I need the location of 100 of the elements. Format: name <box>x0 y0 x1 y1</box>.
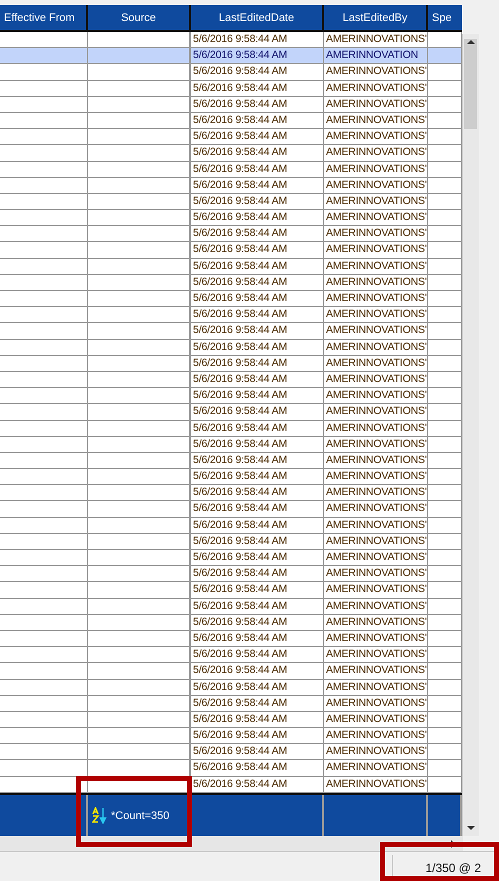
table-row[interactable]: 5/6/2016 9:58:44 AM AMERINNOVATIONS' <box>0 80 463 97</box>
table-row[interactable]: 5/6/2016 9:58:44 AM AMERINNOVATIONS' <box>0 501 463 518</box>
table-row[interactable]: 5/6/2016 9:58:44 AM AMERINNOVATIONS' <box>0 226 463 242</box>
table-cell: AMERINNOVATIONS' <box>324 356 428 372</box>
table-cell: AMERINNOVATIONS' <box>324 534 428 550</box>
table-row[interactable]: 5/6/2016 9:58:44 AM AMERINNOVATIONS' <box>0 566 463 582</box>
table-row[interactable]: 5/6/2016 9:58:44 AM AMERINNOVATIONS' <box>0 210 463 226</box>
table-row[interactable]: 5/6/2016 9:58:44 AM AMERINNOVATIONS' <box>0 96 463 113</box>
table-cell: 5/6/2016 9:58:44 AM <box>191 582 324 599</box>
table-row[interactable]: 5/6/2016 9:58:44 AM AMERINNOVATIONS' <box>0 534 463 550</box>
scroll-up-icon[interactable] <box>466 37 476 47</box>
table-row[interactable]: 5/6/2016 9:58:44 AM AMERINNOVATIONS' <box>0 291 463 308</box>
table-row[interactable]: 5/6/2016 9:58:44 AM AMERINNOVATIONS' <box>0 356 463 372</box>
table-cell: AMERINNOVATIONS' <box>324 96 428 113</box>
table-row[interactable]: 5/6/2016 9:58:44 AM AMERINNOVATIONS' <box>0 258 463 275</box>
table-row[interactable]: 5/6/2016 9:58:44 AM AMERINNOVATIONS' <box>0 696 463 712</box>
table-row[interactable]: 5/6/2016 9:58:44 AM AMERINNOVATIONS' <box>0 162 463 178</box>
table-cell: 5/6/2016 9:58:44 AM <box>191 469 324 486</box>
table-row[interactable]: 5/6/2016 9:58:44 AM AMERINNOVATIONS' <box>0 340 463 356</box>
table-row[interactable]: 5/6/2016 9:58:44 AM AMERINNOVATIONS' <box>0 64 463 81</box>
table-cell: AMERINNOVATIONS' <box>324 680 428 696</box>
table-row[interactable]: 5/6/2016 9:58:44 AM AMERINNOVATIONS' <box>0 760 463 777</box>
record-position: 1/350 @ 2 <box>392 855 499 881</box>
table-row[interactable]: 5/6/2016 9:58:44 AM AMERINNOVATIONS' <box>0 452 463 470</box>
table-row[interactable]: 5/6/2016 9:58:44 AM AMERINNOVATIONS' <box>0 550 463 566</box>
table-row[interactable]: 5/6/2016 9:58:44 AM AMERINNOVATIONS' <box>0 404 463 420</box>
table-cell: AMERINNOVATIONS' <box>324 598 428 615</box>
column-header[interactable]: LastEditedDate <box>191 5 324 32</box>
table-cell: AMERINNOVATIONS' <box>324 420 428 437</box>
table-row[interactable]: 5/6/2016 9:58:44 AM AMERINNOVATIONS' <box>0 323 463 340</box>
table-row[interactable]: 5/6/2016 9:58:44 AM AMERINNOVATIONS' <box>0 630 463 648</box>
table-cell: AMERINNOVATIONS' <box>324 307 428 324</box>
table-row[interactable]: 5/6/2016 9:58:44 AM AMERINNOVATIONS' <box>0 307 463 324</box>
table-row[interactable]: 5/6/2016 9:58:44 AM AMERINNOVATIONS' <box>0 582 463 599</box>
column-header[interactable]: Effective From <box>0 5 88 32</box>
vertical-scrollbar[interactable] <box>462 34 479 836</box>
table-row[interactable]: 5/6/2016 9:58:44 AM AMERINNOVATIONS' <box>0 485 463 502</box>
table-cell: 5/6/2016 9:58:44 AM <box>191 534 324 550</box>
table-row[interactable]: 5/6/2016 9:58:44 AM AMERINNOVATIONS' <box>0 469 463 486</box>
table-row[interactable]: 5/6/2016 9:58:44 AM AMERINNOVATIONS' <box>0 112 463 130</box>
table-row[interactable]: 5/6/2016 9:58:44 AM AMERINNOVATIONS' <box>0 194 463 210</box>
table-cell: AMERINNOVATIONS' <box>324 485 428 502</box>
table-cell: AMERINNOVATIONS' <box>324 436 428 453</box>
table-cell: AMERINNOVATIONS' <box>324 340 428 356</box>
table-cell: AMERINNOVATIONS' <box>324 728 428 744</box>
table-cell: AMERINNOVATIONS' <box>324 647 428 664</box>
table-row[interactable]: 5/6/2016 9:58:44 AM AMERINNOVATIONS' <box>0 388 463 404</box>
table-row[interactable]: 5/6/2016 9:58:44 AM AMERINNOVATIONS' <box>0 614 463 631</box>
table-row[interactable]: 5/6/2016 9:58:44 AM AMERINNOVATIONS' <box>0 518 463 534</box>
table-row[interactable]: 5/6/2016 9:58:44 AM AMERINNOVATIONS' <box>0 744 463 760</box>
table-row[interactable]: 5/6/2016 9:58:44 AM AMERINNOVATIONS' <box>0 728 463 744</box>
table-cell: 5/6/2016 9:58:44 AM <box>191 388 324 404</box>
table-row[interactable]: 5/6/2016 9:58:44 AM AMERINNOVATIONS' <box>0 129 463 146</box>
table-cell: AMERINNOVATIONS' <box>324 760 428 777</box>
table-row[interactable]: 5/6/2016 9:58:44 AM AMERINNOVATIONS' <box>0 647 463 664</box>
table-cell: 5/6/2016 9:58:44 AM <box>191 242 324 259</box>
column-header[interactable]: LastEditedBy <box>324 5 428 32</box>
table-row[interactable]: 5/6/2016 9:58:44 AM AMERINNOVATION <box>0 48 463 64</box>
table-cell: AMERINNOVATIONS' <box>324 712 428 728</box>
table-row[interactable]: 5/6/2016 9:58:44 AM AMERINNOVATIONS' <box>0 372 463 388</box>
table-cell: 5/6/2016 9:58:44 AM <box>191 501 324 518</box>
table-cell: AMERINNOVATIONS' <box>324 404 428 420</box>
table-row[interactable]: 5/6/2016 9:58:44 AM AMERINNOVATIONS' <box>0 178 463 194</box>
table-row[interactable]: 5/6/2016 9:58:44 AM AMERINNOVATIONS' <box>0 663 463 680</box>
table-cell: AMERINNOVATIONS' <box>324 210 428 226</box>
column-header[interactable]: Spe <box>428 5 462 32</box>
scroll-down-icon[interactable] <box>466 823 476 833</box>
table-cell: 5/6/2016 9:58:44 AM <box>191 258 324 275</box>
column-header[interactable]: Source <box>88 5 191 32</box>
table-cell: AMERINNOVATIONS' <box>324 64 428 81</box>
table-cell: AMERINNOVATIONS' <box>324 744 428 760</box>
table-cell: AMERINNOVATIONS' <box>324 696 428 712</box>
table-cell: AMERINNOVATIONS' <box>324 630 428 648</box>
table-cell: 5/6/2016 9:58:44 AM <box>191 372 324 388</box>
table-row[interactable]: 5/6/2016 9:58:44 AM AMERINNOVATIONS' <box>0 436 463 453</box>
table-cell: 5/6/2016 9:58:44 AM <box>191 340 324 356</box>
table-row[interactable]: 5/6/2016 9:58:44 AM AMERINNOVATIONS' <box>0 420 463 437</box>
table-cell: 5/6/2016 9:58:44 AM <box>191 64 324 81</box>
scroll-thumb[interactable] <box>464 39 477 129</box>
table-cell: AMERINNOVATIONS' <box>324 112 428 130</box>
table-cell: 5/6/2016 9:58:44 AM <box>191 712 324 728</box>
table-cell: AMERINNOVATIONS' <box>324 226 428 242</box>
table-cell: 5/6/2016 9:58:44 AM <box>191 485 324 502</box>
table-cell: AMERINNOVATIONS' <box>324 388 428 404</box>
table-cell: AMERINNOVATIONS' <box>324 550 428 566</box>
table-cell: 5/6/2016 9:58:44 AM <box>191 404 324 420</box>
table-cell: AMERINNOVATIONS' <box>324 80 428 97</box>
table-cell: AMERINNOVATIONS' <box>324 291 428 308</box>
record-count: *Count=350 <box>111 810 170 822</box>
sort-az-icon[interactable] <box>92 807 108 824</box>
table-cell: AMERINNOVATIONS' <box>324 258 428 275</box>
table-row[interactable]: 5/6/2016 9:58:44 AM AMERINNOVATIONS' <box>0 274 463 291</box>
table-cell: 5/6/2016 9:58:44 AM <box>191 614 324 631</box>
table-row[interactable]: 5/6/2016 9:58:44 AM AMERINNOVATIONS' <box>0 598 463 615</box>
table-row[interactable]: 5/6/2016 9:58:44 AM AMERINNOVATIONS' <box>0 680 463 696</box>
table-cell: 5/6/2016 9:58:44 AM <box>191 696 324 712</box>
table-cell: AMERINNOVATIONS' <box>324 582 428 599</box>
table-row[interactable]: 5/6/2016 9:58:44 AM AMERINNOVATIONS' <box>0 712 463 728</box>
table-row[interactable]: 5/6/2016 9:58:44 AM AMERINNOVATIONS' <box>0 145 463 162</box>
table-row[interactable]: 5/6/2016 9:58:44 AM AMERINNOVATIONS' <box>0 242 463 259</box>
